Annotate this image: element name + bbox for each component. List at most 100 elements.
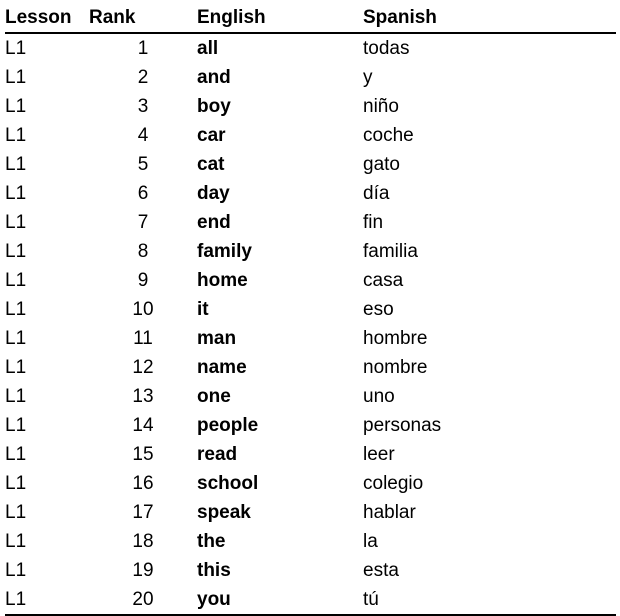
header-row: Lesson Rank English Spanish [5,3,616,34]
english-word-cell: people [197,414,259,436]
lesson-cell: L1 [5,240,27,262]
english-word-cell: school [197,472,259,494]
table-row: L1 9 home casa [5,266,616,295]
english-word-cell: read [197,443,238,465]
rank-cell: 13 [132,385,154,407]
spanish-word-cell: gato [363,153,400,175]
rank-cell: 9 [137,269,149,291]
spanish-word-cell: eso [363,298,394,320]
rank-cell: 1 [137,37,149,59]
rank-cell: 3 [137,95,149,117]
spanish-word-cell: hombre [363,327,428,349]
vocabulary-sheet: Lesson Rank English Spanish L1 1 all todas L… [0,0,620,616]
table-row: L1 13 one uno [5,382,616,411]
spanish-word-cell: personas [363,414,442,436]
table-row: L1 15 read leer [5,440,616,469]
spanish-word-cell: leer [363,443,395,465]
table-row: L1 4 car coche [5,121,616,150]
table-row: L1 2 and y [5,63,616,92]
column-header-rank: Rank [89,3,197,34]
rank-cell: 12 [132,356,154,378]
english-word-cell: all [197,37,219,59]
rank-cell: 8 [137,240,149,262]
vocabulary-table: Lesson Rank English Spanish L1 1 all todas L… [5,3,616,616]
english-word-cell: boy [197,95,231,117]
rank-cell: 19 [132,559,154,581]
english-word-cell: it [197,298,209,320]
column-header-spanish: Spanish [363,3,616,34]
table-row: L1 18 the la [5,527,616,556]
english-word-cell: speak [197,501,251,523]
spanish-word-cell: niño [363,95,399,117]
english-word-cell: end [197,211,231,233]
english-word-cell: cat [197,153,225,175]
lesson-cell: L1 [5,501,27,523]
table-row: L1 8 family familia [5,237,616,266]
rank-cell: 10 [132,298,154,320]
lesson-cell: L1 [5,559,27,581]
lesson-cell: L1 [5,472,27,494]
english-word-cell: family [197,240,252,262]
table-row: L1 5 cat gato [5,150,616,179]
rank-cell: 14 [132,414,154,436]
lesson-cell: L1 [5,182,27,204]
lesson-cell: L1 [5,414,27,436]
rank-cell: 4 [137,124,149,146]
spanish-word-cell: y [363,66,373,88]
english-word-cell: the [197,530,226,552]
spanish-word-cell: todas [363,37,410,59]
lesson-cell: L1 [5,530,27,552]
lesson-cell: L1 [5,211,27,233]
table-row: L1 14 people personas [5,411,616,440]
rank-cell: 11 [133,327,153,349]
lesson-cell: L1 [5,298,27,320]
spanish-word-cell: tú [363,585,616,616]
table-row: L1 17 speak hablar [5,498,616,527]
rank-cell: 17 [132,501,154,523]
table-row: L1 10 it eso [5,295,616,324]
table-row: L1 1 all todas [5,33,616,63]
spanish-word-cell: hablar [363,501,416,523]
rank-cell: 16 [132,472,154,494]
english-word-cell: name [197,356,247,378]
table-row: L1 19 this esta [5,556,616,585]
spanish-word-cell: fin [363,211,384,233]
spanish-word-cell: esta [363,559,399,581]
spanish-word-cell: nombre [363,356,428,378]
table-row: L1 20 you tú [5,585,616,616]
lesson-cell: L1 [5,37,27,59]
english-word-cell: and [197,66,231,88]
table-row: L1 3 boy niño [5,92,616,121]
lesson-cell: L1 [5,356,27,378]
spanish-word-cell: casa [363,269,404,291]
table-body: L1 1 all todas L1 2 and y L1 3 boy niño L1 4 car coche L… [5,33,616,616]
table-row: L1 16 school colegio [5,469,616,498]
table-row: L1 12 name nombre [5,353,616,382]
rank-cell: 5 [137,153,149,175]
english-word-cell: day [197,182,230,204]
spanish-word-cell: la [363,530,378,552]
lesson-cell: L1 [5,95,27,117]
lesson-cell: L1 [5,124,27,146]
lesson-cell: L1 [5,327,27,349]
lesson-cell: L1 [5,385,27,407]
rank-cell: 2 [137,66,149,88]
column-header-lesson: Lesson [5,3,89,34]
rank-cell: 6 [137,182,149,204]
column-header-english: English [197,3,363,34]
spanish-word-cell: familia [363,240,418,262]
lesson-cell: L1 [5,66,27,88]
rank-cell: 20 [89,585,197,616]
spanish-word-cell: día [363,182,390,204]
english-word-cell: one [197,385,231,407]
table-header: Lesson Rank English Spanish [5,3,616,34]
english-word-cell: car [197,124,226,146]
table-row: L1 7 end fin [5,208,616,237]
rank-cell: 7 [137,211,149,233]
english-word-cell: you [197,585,363,616]
english-word-cell: home [197,269,248,291]
rank-cell: 18 [132,530,154,552]
lesson-cell: L1 [5,585,89,616]
table-row: L1 6 day día [5,179,616,208]
lesson-cell: L1 [5,443,27,465]
